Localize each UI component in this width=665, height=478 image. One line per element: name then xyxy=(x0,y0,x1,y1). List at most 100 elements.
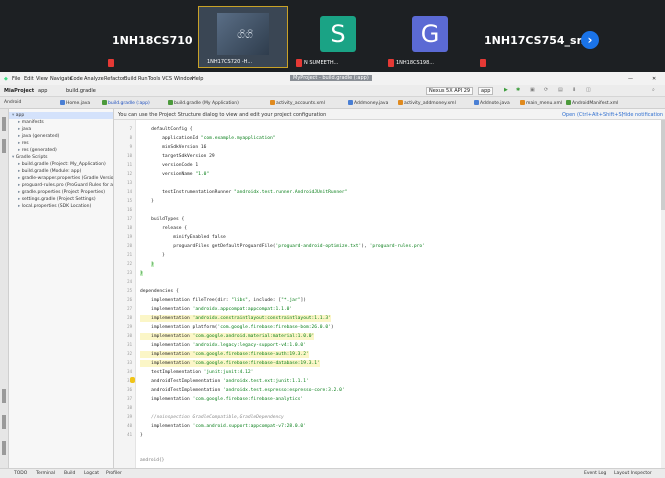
code-line[interactable]: dependencies { xyxy=(140,288,179,295)
next-page-icon[interactable]: › xyxy=(581,31,599,49)
scrollbar-thumb[interactable] xyxy=(661,120,665,210)
project-tree-item[interactable]: ▸ settings.gradle (Project Settings) xyxy=(9,196,113,203)
avd-manager-icon[interactable]: ▤ xyxy=(558,87,563,93)
close-icon[interactable]: ✕ xyxy=(652,76,656,82)
debug-icon[interactable]: ✱ xyxy=(516,87,520,93)
project-tree-item[interactable]: ▾ Gradle Scripts xyxy=(9,154,113,161)
code-line[interactable]: } xyxy=(140,261,154,268)
code-line[interactable]: implementation 'androidx.legacy:legacy-s… xyxy=(140,342,306,349)
search-icon[interactable]: ⌕ xyxy=(652,87,655,93)
menu-vcs[interactable]: VCS xyxy=(162,76,172,82)
tab-activity-accounts[interactable]: activity_accounts.xml xyxy=(270,100,325,106)
code-editor[interactable]: You can use the Project Structure dialog… xyxy=(114,109,665,468)
code-line[interactable]: //noinspection GradleCompatible,GradleDe… xyxy=(140,414,284,421)
code-line[interactable]: androidTestImplementation 'androidx.test… xyxy=(140,378,309,385)
todo-tool-button[interactable]: TODO xyxy=(14,471,27,476)
menu-run[interactable]: Run xyxy=(138,76,148,82)
logcat-tool-button[interactable]: Logcat xyxy=(84,471,99,476)
terminal-tool-button[interactable]: Terminal xyxy=(36,471,55,476)
breadcrumb-file[interactable]: build.gradle xyxy=(66,88,96,94)
project-tree-item[interactable]: ▸ manifests xyxy=(9,119,113,126)
run-config-select[interactable]: app xyxy=(478,87,494,95)
build-variants-tool-button[interactable] xyxy=(2,441,6,455)
code-line[interactable]: applicationId "com.example.myapplication… xyxy=(140,135,275,142)
code-line[interactable]: implementation 'androidx.constraintlayou… xyxy=(140,315,331,322)
code-line[interactable]: proguardFiles getDefaultProguardFile('pr… xyxy=(140,243,425,250)
vertical-scrollbar[interactable] xyxy=(661,120,665,468)
tab-main-menu[interactable]: main_menu.xml xyxy=(520,100,562,106)
project-tree-item[interactable]: ▸ proguard-rules.pro (ProGuard Rules for… xyxy=(9,182,113,189)
code-line[interactable]: versionCode 1 xyxy=(140,162,198,169)
tab-addmoney-java[interactable]: Addmoney.java xyxy=(348,100,388,106)
project-tool-button[interactable] xyxy=(2,117,6,131)
sync-icon[interactable]: ⟳ xyxy=(544,87,548,93)
menu-edit[interactable]: Edit xyxy=(24,76,34,82)
tab-build-gradle-app[interactable]: build.gradle (:app) xyxy=(102,100,150,106)
participant-tile-1[interactable]: 1NH18CS710 -... xyxy=(104,6,194,68)
open-project-structure-link[interactable]: Open (Ctrl+Alt+Shift+S) xyxy=(562,112,624,118)
menu-window[interactable]: Window xyxy=(174,76,194,82)
build-tool-button[interactable]: Build xyxy=(64,471,75,476)
device-select[interactable]: Nexus 5X API 29 xyxy=(426,87,474,95)
tab-activity-addmoney[interactable]: activity_addmoney.xml xyxy=(398,100,456,106)
code-line[interactable]: } xyxy=(140,252,165,259)
project-tree-item[interactable]: ▸ res xyxy=(9,140,113,147)
event-log-button[interactable]: Event Log xyxy=(584,471,606,476)
tab-addnote-java[interactable]: Addnote.java xyxy=(474,100,510,106)
code-line[interactable]: implementation 'com.google.android.mater… xyxy=(140,333,315,340)
code-line[interactable]: defaultConfig { xyxy=(140,126,193,133)
code-line[interactable]: implementation 'com.android.support:appc… xyxy=(140,423,306,430)
project-tree-item[interactable]: ▸ local.properties (SDK Location) xyxy=(9,203,113,210)
sdk-manager-icon[interactable]: ⬇ xyxy=(572,87,576,93)
menu-build[interactable]: Build xyxy=(124,76,137,82)
code-line[interactable]: minSdkVersion 16 xyxy=(140,144,206,151)
code-line[interactable]: implementation fileTree(dir: "libs", inc… xyxy=(140,297,306,304)
project-tree-item[interactable]: ▸ gradle.properties (Project Properties) xyxy=(9,189,113,196)
code-line[interactable]: testInstrumentationRunner "androidx.test… xyxy=(140,189,347,196)
run-icon[interactable]: ▶ xyxy=(504,87,508,93)
code-line[interactable]: minifyEnabled false xyxy=(140,234,226,241)
code-line[interactable]: } xyxy=(140,270,143,277)
participant-tile-2[interactable]: ගිගි 1NH17CS720 -H... xyxy=(198,6,288,68)
participant-tile-4[interactable]: G 1NH18CS198... xyxy=(384,6,474,68)
menu-help[interactable]: Help xyxy=(192,76,203,82)
code-line[interactable]: } xyxy=(140,432,143,439)
structure-tool-button[interactable] xyxy=(2,389,6,403)
code-line[interactable]: targetSdkVersion 29 xyxy=(140,153,215,160)
menu-file[interactable]: File xyxy=(12,76,20,82)
code-line[interactable]: } xyxy=(140,198,154,205)
project-tree-item[interactable]: ▸ res (generated) xyxy=(9,147,113,154)
resource-manager-tool-button[interactable] xyxy=(2,139,6,153)
code-line[interactable]: versionName "1.0" xyxy=(140,171,209,178)
tab-android-manifest[interactable]: AndroidManifest.xml xyxy=(566,100,618,106)
breadcrumb-project[interactable]: MiaProject xyxy=(4,88,34,94)
code-line[interactable]: implementation 'androidx.appcompat:appco… xyxy=(140,306,292,313)
menu-code[interactable]: Code xyxy=(70,76,83,82)
project-tree-item[interactable]: ▸ java xyxy=(9,126,113,133)
project-tree-item[interactable]: ▸ gradle-wrapper.properties (Gradle Vers… xyxy=(9,175,113,182)
participant-tile-5[interactable]: 1NH17CS754_sr... xyxy=(476,6,586,68)
code-line[interactable]: release { xyxy=(140,225,187,232)
tab-home[interactable]: Home.java xyxy=(60,100,90,106)
favorites-tool-button[interactable] xyxy=(2,415,6,429)
project-view-dropdown[interactable]: Android xyxy=(4,100,21,105)
breadcrumb-app[interactable]: app xyxy=(38,88,47,94)
attach-icon[interactable]: ▣ xyxy=(530,87,535,93)
project-tree-item[interactable]: ▸ build.gradle (Module: app) xyxy=(9,168,113,175)
code-line[interactable]: implementation 'com.google.firebase:fire… xyxy=(140,396,303,403)
code-area[interactable]: defaultConfig { applicationId "com.examp… xyxy=(140,120,660,468)
code-line[interactable]: implementation 'com.google.firebase:fire… xyxy=(140,351,309,358)
menu-refactor[interactable]: Refactor xyxy=(104,76,125,82)
project-tree-item[interactable]: ▾ app xyxy=(9,112,113,119)
code-line[interactable]: implementation 'com.google.firebase:fire… xyxy=(140,360,320,367)
project-tree-item[interactable]: ▸ build.gradle (Project: My_Application) xyxy=(9,161,113,168)
profiler-tool-button[interactable]: Profiler xyxy=(106,471,122,476)
code-line[interactable]: buildTypes { xyxy=(140,216,184,223)
hide-notification-link[interactable]: Hide notification xyxy=(622,112,663,118)
code-line[interactable]: implementation platform('com.google.fire… xyxy=(140,324,334,331)
minimize-icon[interactable]: — xyxy=(628,76,633,82)
layout-inspector-icon[interactable]: ◫ xyxy=(586,87,591,93)
participant-tile-3[interactable]: S N SUMEETH... xyxy=(292,6,382,68)
menu-analyze[interactable]: Analyze xyxy=(84,76,104,82)
code-line[interactable]: androidTestImplementation 'androidx.test… xyxy=(140,387,345,394)
